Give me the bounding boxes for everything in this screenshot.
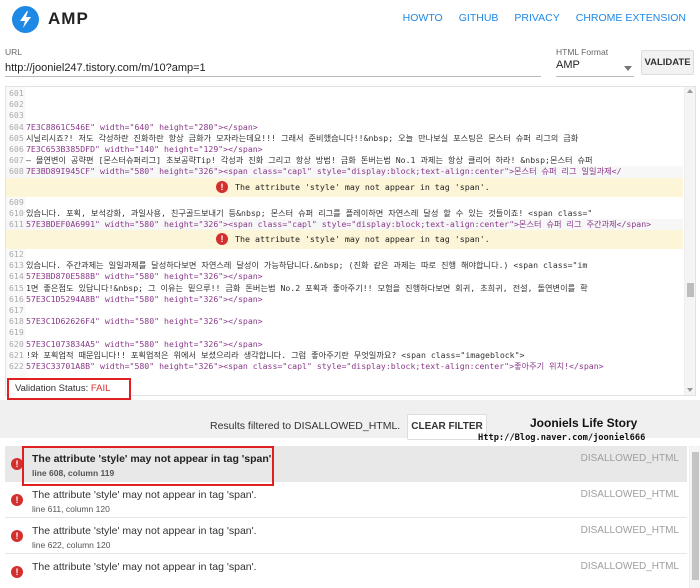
- clear-filter-button[interactable]: CLEAR FILTER: [407, 414, 487, 440]
- result-message: The attribute 'style' may not appear in …: [32, 561, 257, 573]
- url-label: URL: [5, 47, 23, 57]
- scroll-up-arrow-icon[interactable]: [687, 89, 693, 93]
- result-message: The attribute 'style' may not appear in …: [32, 489, 257, 501]
- code-line: 602: [9, 99, 24, 110]
- code-line-error: 608 7E3BD89I945CF" width="580" height="32…: [6, 166, 683, 178]
- editor-scrollbar-thumb[interactable]: [687, 283, 694, 297]
- code-line-error: 611 57E3BDEF0A6991" width="580" height="3…: [6, 218, 683, 231]
- html-format-select[interactable]: AMP: [556, 59, 634, 77]
- result-category: DISALLOWED_HTML: [580, 561, 679, 572]
- code-line: 606 7E3C653B385DFD" width="140" height="1…: [9, 143, 263, 154]
- error-icon: !: [11, 566, 23, 578]
- error-icon: !: [11, 458, 23, 470]
- html-format-value: AMP: [556, 59, 580, 71]
- nav-chrome-extension-link[interactable]: CHROME EXTENSION: [576, 12, 686, 24]
- code-line: 618 57E3C1D62626F4" width="580" height="3…: [9, 316, 263, 327]
- code-line: 609: [9, 196, 24, 207]
- code-line: 603: [9, 110, 24, 121]
- error-icon: !: [216, 233, 228, 246]
- result-category: DISALLOWED_HTML: [580, 489, 679, 500]
- code-line: 610 있습니다. 포획, 보석강화, 과일사용, 친구골드보내기 등&nbsp;…: [9, 207, 593, 218]
- result-category: DISALLOWED_HTML: [580, 453, 679, 464]
- code-line: 619: [9, 327, 24, 338]
- result-message: The attribute 'style' may not appear in …: [32, 453, 275, 465]
- code-line: 612: [9, 249, 24, 260]
- result-item[interactable]: ! The attribute 'style' may not appear i…: [5, 446, 687, 482]
- result-location: line 611, column 120: [32, 504, 110, 514]
- error-icon: !: [11, 494, 23, 506]
- error-icon: !: [216, 180, 228, 193]
- validation-status-label: Validation Status:: [15, 383, 89, 394]
- top-nav: HOWTO GITHUB PRIVACY CHROME EXTENSION: [403, 12, 686, 24]
- code-line: 604 7E3C8861C546E" width="640" height="28…: [9, 121, 258, 132]
- amp-logo-icon[interactable]: [12, 6, 39, 33]
- watermark-url: Http://Blog.naver.com/jooniel666: [478, 433, 646, 443]
- code-line: 601: [9, 88, 24, 98]
- inline-error-message: ! The attribute 'style' may not appear i…: [6, 230, 683, 250]
- code-lines: 601 602 603 604 7E3C8861C546E" width="640…: [6, 88, 683, 372]
- result-item[interactable]: ! The attribute 'style' may not appear i…: [5, 554, 687, 588]
- html-format-label: HTML Format: [556, 47, 609, 57]
- url-input[interactable]: [5, 59, 541, 77]
- validate-button[interactable]: VALIDATE: [641, 50, 694, 75]
- brand-name: AMP: [48, 9, 89, 28]
- code-line: 605 시닐리시죠?! 저도 각성하란 진화하란 항상 금화가 모자라는데요!!!…: [9, 132, 579, 143]
- code-line: 614 57E3BD870E588B" width="580" height="3…: [9, 271, 263, 282]
- code-line: 613 있습니다. 주간과제는 일일과제를 달성하다보면 자연스레 달성이 가능하…: [9, 260, 588, 271]
- dropdown-caret-icon: [624, 66, 632, 71]
- scroll-down-arrow-icon[interactable]: [687, 388, 693, 392]
- validation-status: Validation Status: FAIL: [7, 378, 131, 400]
- code-line: 621 !와 포획업적 때문입니다!! 포획업적은 위에서 보셨으리라 생각합니다…: [9, 349, 525, 360]
- result-location: line 622, column 120: [32, 540, 111, 550]
- code-line: 620 57E3C1073834A5" width="580" height="3…: [9, 338, 263, 349]
- watermark-title: Jooniels Life Story: [530, 416, 638, 430]
- results-scrollbar-thumb[interactable]: [692, 452, 699, 580]
- results-list: ! The attribute 'style' may not appear i…: [5, 446, 687, 588]
- nav-howto-link[interactable]: HOWTO: [403, 12, 443, 24]
- nav-privacy-link[interactable]: PRIVACY: [514, 12, 559, 24]
- code-line: 622 57E3C33701A8B" width="580" height="32…: [9, 360, 604, 371]
- code-line: 615 1면 좋은점도 있답니다!&nbsp; 그 이유는 밑으루!! 금화 돈버…: [9, 282, 588, 293]
- filter-description: Results filtered to DISALLOWED_HTML.: [210, 420, 401, 432]
- error-icon: !: [11, 530, 23, 542]
- result-item[interactable]: ! The attribute 'style' may not appear i…: [5, 482, 687, 518]
- top-bar: AMP HOWTO GITHUB PRIVACY CHROME EXTENSIO…: [0, 0, 700, 38]
- result-location: line 608, column 119: [32, 468, 115, 478]
- code-line: 617: [9, 305, 24, 315]
- result-category: DISALLOWED_HTML: [580, 525, 679, 536]
- results-scrollbar[interactable]: [689, 446, 700, 588]
- editor-scrollbar[interactable]: [684, 87, 695, 395]
- validation-status-value: FAIL: [90, 383, 111, 394]
- code-line: 607– 몰연변이 공략편 [몬스터슈퍼리그] 초보공략Tip! 각성과 진화 …: [9, 155, 593, 166]
- result-message: The attribute 'style' may not appear in …: [32, 525, 257, 537]
- nav-github-link[interactable]: GITHUB: [459, 12, 499, 24]
- code-editor[interactable]: 601 602 603 604 7E3C8861C546E" width="640…: [5, 86, 696, 396]
- result-item[interactable]: ! The attribute 'style' may not appear i…: [5, 518, 687, 554]
- inline-error-message: ! The attribute 'style' may not appear i…: [6, 177, 683, 197]
- code-line: 616 57E3C1D5294A8B" width="580" height="3…: [9, 293, 263, 304]
